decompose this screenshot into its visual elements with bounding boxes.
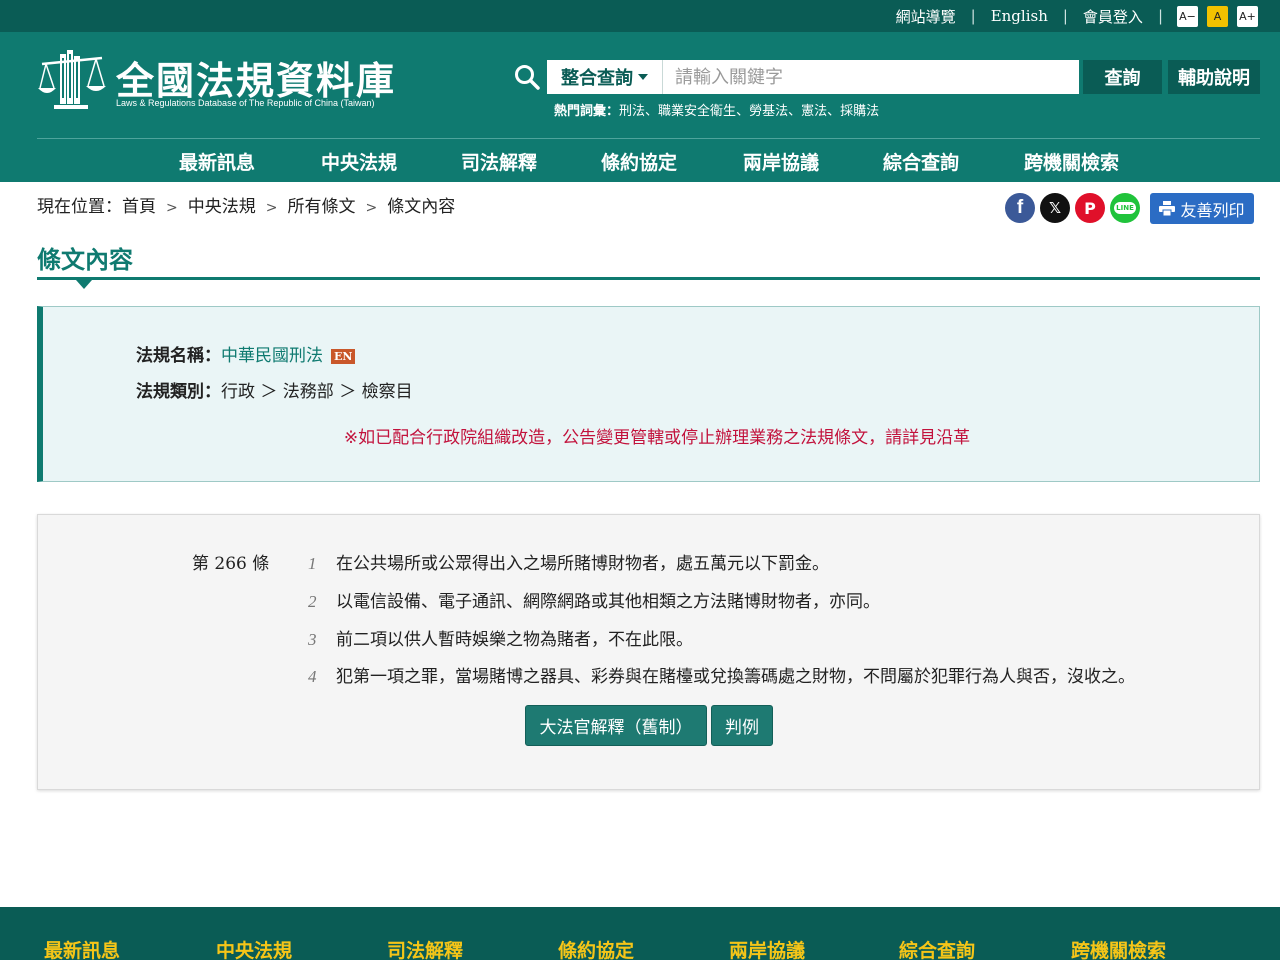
nav-treaties[interactable]: 條約協定 bbox=[601, 148, 677, 175]
paragraph-number: 3 bbox=[308, 630, 317, 649]
article-paragraph: 4 犯第一項之罪，當場賭博之器具、彩券與在賭檯或兌換籌碼處之財物，不問屬於犯罪行為… bbox=[308, 662, 1135, 687]
plurk-icon[interactable]: P bbox=[1075, 193, 1105, 223]
hot-term-link[interactable]: 憲法 bbox=[801, 104, 827, 119]
font-size-controls: A− A A+ bbox=[1177, 5, 1258, 27]
article-number: 第 266 條 bbox=[192, 554, 270, 574]
law-name-label: 法規名稱： bbox=[136, 346, 221, 366]
line-icon-label: LINE bbox=[1114, 202, 1136, 214]
english-link[interactable]: English bbox=[991, 7, 1048, 25]
printer-icon bbox=[1159, 201, 1176, 216]
breadcrumb-all-articles[interactable]: 所有條文 bbox=[287, 197, 355, 217]
friendly-print-button[interactable]: 友善列印 bbox=[1150, 193, 1254, 224]
search-icon[interactable] bbox=[512, 60, 542, 94]
law-category-label: 法規類別： bbox=[136, 382, 221, 402]
breadcrumb-prefix: 現在位置： bbox=[37, 197, 122, 217]
font-large-button[interactable]: A+ bbox=[1237, 5, 1258, 27]
nav-judicial-interpretation[interactable]: 司法解釋 bbox=[461, 148, 537, 175]
paragraph-text: 以電信設備、電子通訊、網際網路或其他相類之方法賭博財物者，亦同。 bbox=[336, 592, 880, 612]
print-label: 友善列印 bbox=[1180, 200, 1245, 220]
line-icon[interactable]: LINE bbox=[1110, 193, 1140, 223]
article-paragraph: 1 在公共場所或公眾得出入之場所賭博財物者，處五萬元以下罰金。 bbox=[308, 549, 829, 574]
paragraph-number: 2 bbox=[308, 592, 317, 611]
footer-latest-news[interactable]: 最新訊息 bbox=[44, 936, 120, 960]
font-small-button[interactable]: A− bbox=[1177, 5, 1198, 27]
footer-cross-strait[interactable]: 兩岸協議 bbox=[729, 936, 805, 960]
hot-term-link[interactable]: 採購法 bbox=[840, 104, 879, 119]
footer-cross-agency-search[interactable]: 跨機關檢索 bbox=[1071, 936, 1166, 960]
law-info-panel: 法規名稱：中華民國刑法 EN 法規類別：行政 ＞ 法務部 ＞ 檢察目 ※如已配合行… bbox=[37, 306, 1260, 482]
main-nav: 最新訊息 中央法規 司法解釋 條約協定 兩岸協議 綜合查詢 跨機關檢索 bbox=[0, 140, 1280, 182]
breadcrumb-arrow: > bbox=[365, 200, 378, 216]
search-scope-label: 整合查詢 bbox=[561, 68, 633, 89]
help-button[interactable]: 輔助說明 bbox=[1168, 60, 1260, 94]
reorganization-notice: ※如已配合行政院組織改造，公告變更管轄或停止辦理業務之法規條文，請詳見沿革 bbox=[343, 428, 971, 448]
nav-cross-strait[interactable]: 兩岸協議 bbox=[743, 148, 819, 175]
nav-central-regulations[interactable]: 中央法規 bbox=[321, 148, 397, 175]
breadcrumb: 現在位置：首頁 > 中央法規 > 所有條文 > 條文內容 bbox=[37, 192, 455, 217]
nav-integrated-query[interactable]: 綜合查詢 bbox=[883, 148, 959, 175]
site-header: 全國法規資料庫 Laws & Regulations Database of T… bbox=[0, 32, 1280, 182]
nav-latest-news[interactable]: 最新訊息 bbox=[179, 148, 255, 175]
logo-subtitle: Laws & Regulations Database of The Repub… bbox=[116, 98, 375, 108]
facebook-icon[interactable]: f bbox=[1005, 193, 1035, 223]
breadcrumb-arrow: > bbox=[265, 200, 278, 216]
breadcrumb-arrow: > bbox=[166, 200, 178, 216]
law-category-row: 法規類別：行政 ＞ 法務部 ＞ 檢察目 bbox=[136, 377, 413, 402]
law-category-value: 行政 ＞ 法務部 ＞ 檢察目 bbox=[221, 382, 413, 402]
english-version-badge[interactable]: EN bbox=[331, 348, 356, 364]
article-panel: 第 266 條 1 在公共場所或公眾得出入之場所賭博財物者，處五萬元以下罰金。 2… bbox=[37, 514, 1260, 790]
query-button[interactable]: 查詢 bbox=[1083, 60, 1162, 94]
site-logo[interactable]: 全國法規資料庫 Laws & Regulations Database of T… bbox=[38, 48, 394, 112]
header-divider bbox=[37, 138, 1260, 139]
paragraph-text: 犯第一項之罪，當場賭博之器具、彩券與在賭檯或兌換籌碼處之財物，不問屬於犯罪行為人… bbox=[336, 667, 1135, 687]
hot-terms-label: 熱門詞彙： bbox=[554, 104, 620, 119]
title-underline bbox=[37, 277, 1260, 280]
law-name-link[interactable]: 中華民國刑法 bbox=[221, 346, 323, 366]
page-title: 條文內容 bbox=[37, 246, 133, 274]
utility-bar: 網站導覽 | English | 會員登入 | A− A A+ bbox=[0, 0, 1280, 32]
chevron-down-icon bbox=[638, 74, 648, 80]
paragraph-number: 1 bbox=[308, 554, 317, 573]
utility-separator: | bbox=[1157, 7, 1163, 25]
article-paragraph: 2 以電信設備、電子通訊、網際網路或其他相類之方法賭博財物者，亦同。 bbox=[308, 587, 880, 612]
paragraph-number: 4 bbox=[308, 667, 317, 686]
scales-of-justice-icon bbox=[38, 50, 106, 109]
utility-separator: | bbox=[1062, 7, 1068, 25]
footer-judicial-interpretation[interactable]: 司法解釋 bbox=[387, 936, 463, 960]
search-bar: 整合查詢 bbox=[512, 60, 1079, 94]
x-twitter-icon[interactable]: 𝕏 bbox=[1040, 193, 1070, 223]
hot-terms: 熱門詞彙：刑法、職業安全衛生、勞基法、憲法、採購法 bbox=[554, 104, 880, 119]
article-paragraph: 3 前二項以供人暫時娛樂之物為賭者，不在此限。 bbox=[308, 625, 693, 650]
nav-cross-agency-search[interactable]: 跨機關檢索 bbox=[1024, 148, 1119, 175]
precedent-button[interactable]: 判例 bbox=[711, 705, 773, 746]
paragraph-text: 在公共場所或公眾得出入之場所賭博財物者，處五萬元以下罰金。 bbox=[336, 554, 829, 574]
footer-treaties[interactable]: 條約協定 bbox=[558, 936, 634, 960]
font-medium-button[interactable]: A bbox=[1207, 5, 1228, 27]
paragraph-text: 前二項以供人暫時娛樂之物為賭者，不在此限。 bbox=[336, 630, 693, 650]
utility-separator: | bbox=[970, 7, 976, 25]
breadcrumb-central-regulations[interactable]: 中央法規 bbox=[188, 197, 256, 217]
breadcrumb-current: 條文內容 bbox=[387, 197, 456, 217]
constitutional-interpretation-button[interactable]: 大法官解釋（舊制） bbox=[525, 705, 707, 746]
law-name-row: 法規名稱：中華民國刑法 EN bbox=[136, 341, 356, 366]
hot-term-link[interactable]: 勞基法 bbox=[749, 104, 788, 119]
logo-title: 全國法規資料庫 bbox=[116, 59, 397, 103]
footer-integrated-query[interactable]: 綜合查詢 bbox=[899, 936, 975, 960]
share-buttons: f 𝕏 P LINE bbox=[1005, 193, 1140, 223]
breadcrumb-home[interactable]: 首頁 bbox=[122, 197, 156, 217]
hot-term-link[interactable]: 刑法 bbox=[619, 104, 645, 119]
site-footer: 最新訊息 中央法規 司法解釋 條約協定 兩岸協議 綜合查詢 跨機關檢索 bbox=[0, 907, 1280, 960]
utility-links: 網站導覽 | English | 會員登入 | A− A A+ bbox=[896, 0, 1258, 32]
keyword-search-input[interactable] bbox=[663, 60, 1079, 94]
member-login-link[interactable]: 會員登入 bbox=[1083, 6, 1143, 27]
title-pointer bbox=[76, 280, 92, 289]
sitemap-link[interactable]: 網站導覽 bbox=[896, 6, 956, 27]
search-scope-dropdown[interactable]: 整合查詢 bbox=[547, 60, 663, 94]
footer-central-regulations[interactable]: 中央法規 bbox=[216, 936, 292, 960]
hot-term-link[interactable]: 職業安全衛生 bbox=[658, 104, 736, 119]
